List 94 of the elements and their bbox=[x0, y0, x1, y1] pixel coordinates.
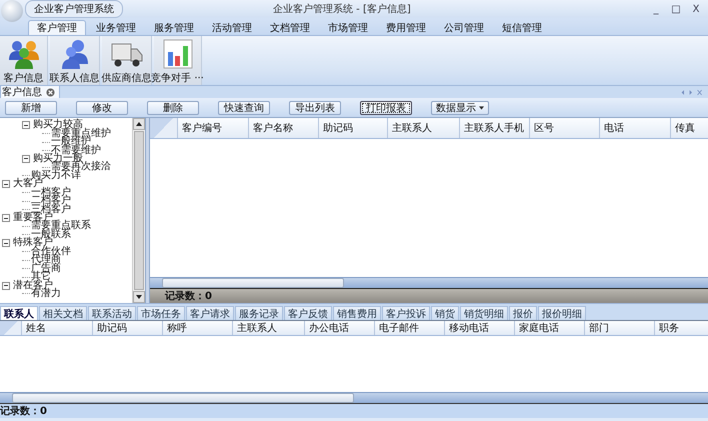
people-icon bbox=[8, 38, 40, 70]
ribbon-tab[interactable]: 客户管理 bbox=[28, 20, 86, 35]
column-header[interactable]: 移动电话 bbox=[445, 321, 515, 335]
detail-tab[interactable]: 报价明细 bbox=[538, 306, 586, 320]
tree-item[interactable]: 一档客户 bbox=[31, 188, 71, 197]
column-header[interactable]: 家庭电话 bbox=[515, 321, 585, 335]
column-header[interactable]: 客户名称 bbox=[249, 118, 319, 138]
tree-item[interactable]: 特殊客户 bbox=[13, 239, 53, 248]
toolbar-button[interactable]: 新增 bbox=[5, 100, 57, 114]
expander-icon[interactable] bbox=[2, 239, 10, 248]
detail-tab[interactable]: 联系活动 bbox=[88, 306, 136, 320]
column-header[interactable]: 助记码 bbox=[93, 321, 163, 335]
column-header[interactable]: 办公电话 bbox=[305, 321, 375, 335]
close-button[interactable]: X bbox=[690, 4, 702, 14]
tree-item[interactable]: 一般维护 bbox=[51, 138, 91, 146]
header-corner bbox=[0, 321, 22, 335]
ribbon-tab[interactable]: 服务管理 bbox=[146, 20, 202, 35]
column-header[interactable]: 电子邮件 bbox=[375, 321, 445, 335]
toolbar-button[interactable]: 导出列表 bbox=[289, 100, 341, 114]
column-header[interactable]: 区号 bbox=[530, 118, 600, 138]
maximize-button[interactable]: □ bbox=[670, 4, 682, 14]
column-header[interactable]: 主联系人 bbox=[233, 321, 305, 335]
expander-icon[interactable] bbox=[22, 154, 30, 163]
detail-tab[interactable]: 销货明细 bbox=[460, 306, 508, 320]
ribbon-tab[interactable]: 费用管理 bbox=[378, 20, 434, 35]
ribbon-tab[interactable]: 业务管理 bbox=[88, 20, 144, 35]
tree-item[interactable]: 需要再次接洽 bbox=[51, 163, 111, 172]
ribbon-tab[interactable]: 市场管理 bbox=[320, 20, 376, 35]
tree-item[interactable]: 购买力不详 bbox=[31, 172, 81, 180]
close-icon[interactable] bbox=[46, 88, 55, 96]
tree-item[interactable]: 合作伙伴 bbox=[31, 248, 71, 256]
detail-tab[interactable]: 报价 bbox=[509, 306, 537, 320]
tree-item[interactable]: 大客户 bbox=[13, 180, 43, 188]
horizontal-scrollbar[interactable] bbox=[150, 277, 708, 288]
detail-tab[interactable]: 相关文档 bbox=[39, 306, 87, 320]
column-header[interactable]: 主联系人 bbox=[388, 118, 460, 138]
caret-icon bbox=[479, 106, 484, 110]
column-header[interactable]: 传真 bbox=[671, 118, 708, 138]
header-corner bbox=[150, 118, 178, 138]
tree-item[interactable]: 其它 bbox=[31, 273, 51, 282]
ribbon-tab[interactable]: 文档管理 bbox=[262, 20, 318, 35]
splitter-handle[interactable] bbox=[146, 118, 150, 303]
tree-item[interactable]: 三档客户 bbox=[31, 206, 71, 214]
document-tab[interactable]: 客户信息 bbox=[0, 85, 60, 98]
toolbar-button[interactable]: 快速查询 bbox=[218, 100, 270, 114]
column-header[interactable]: 客户编号 bbox=[178, 118, 249, 138]
tree-item[interactable]: 广告商 bbox=[31, 264, 61, 273]
ribbon-button[interactable]: 联系人信息 bbox=[50, 36, 100, 85]
ribbon-tab[interactable]: 活动管理 bbox=[204, 20, 260, 35]
dropdown-button[interactable]: 数据显示 bbox=[431, 100, 489, 114]
tree-item[interactable]: 购买力较高 bbox=[33, 121, 83, 130]
vertical-scrollbar[interactable] bbox=[132, 118, 145, 303]
minimize-button[interactable]: _ bbox=[650, 4, 662, 14]
detail-tab[interactable]: 客户反馈 bbox=[284, 306, 332, 320]
toolbar-button[interactable]: 修改 bbox=[76, 100, 128, 114]
ribbon-tab[interactable]: 公司管理 bbox=[436, 20, 492, 35]
tree-item[interactable]: 二档客户 bbox=[31, 197, 71, 206]
detail-tab[interactable]: 销售费用 bbox=[333, 306, 381, 320]
detail-tab[interactable]: 服务记录 bbox=[235, 306, 283, 320]
tree-item[interactable]: 需要重点联系 bbox=[31, 222, 91, 230]
toolbar-button[interactable]: 删除 bbox=[147, 100, 199, 114]
detail-tab[interactable]: 客户投诉 bbox=[382, 306, 430, 320]
tree-item[interactable]: 有潜力 bbox=[31, 290, 61, 298]
scroll-up-icon[interactable] bbox=[133, 118, 145, 130]
column-header[interactable]: 助记码 bbox=[319, 118, 388, 138]
tree-item[interactable]: 潜在客户 bbox=[13, 282, 53, 290]
column-header[interactable]: 电话 bbox=[600, 118, 671, 138]
expander-icon[interactable] bbox=[2, 214, 10, 222]
tree-item[interactable]: 不需要维护 bbox=[51, 146, 101, 155]
column-header[interactable]: 称呼 bbox=[163, 321, 233, 335]
record-count: 记录数：0 bbox=[165, 290, 212, 303]
tree-item[interactable]: 需要重点维护 bbox=[51, 130, 111, 138]
column-header[interactable]: 姓名 bbox=[22, 321, 93, 335]
expander-icon[interactable] bbox=[2, 180, 10, 188]
tree-item[interactable]: 代理商 bbox=[31, 256, 61, 264]
ribbon-button[interactable]: 客户信息 bbox=[0, 36, 48, 85]
detail-tab[interactable]: 市场任务 bbox=[137, 306, 185, 320]
expander-icon[interactable] bbox=[22, 121, 30, 130]
column-header[interactable]: 部门 bbox=[585, 321, 655, 335]
expander-icon[interactable] bbox=[2, 282, 10, 290]
chart-icon bbox=[162, 38, 194, 70]
column-header[interactable]: 职务 bbox=[655, 321, 708, 335]
record-count: 记录数：0 bbox=[0, 404, 47, 418]
horizontal-scrollbar[interactable] bbox=[0, 392, 708, 403]
detail-tab[interactable]: 销货 bbox=[431, 306, 459, 320]
ribbon-button[interactable]: 供应商信息 bbox=[102, 36, 152, 85]
ribbon-tab[interactable]: 短信管理 bbox=[494, 20, 550, 35]
detail-tab[interactable]: 联系人 bbox=[0, 306, 38, 320]
toolbar-button[interactable]: 打印报表 bbox=[360, 100, 412, 114]
column-header[interactable]: 主联系人手机 bbox=[460, 118, 530, 138]
window-title: 企业客户管理系统 - [客户信息] bbox=[273, 2, 411, 16]
app-name: 企业客户管理系统 bbox=[25, 0, 123, 18]
detail-tab[interactable]: 客户请求 bbox=[186, 306, 234, 320]
scroll-down-icon[interactable] bbox=[133, 291, 145, 303]
